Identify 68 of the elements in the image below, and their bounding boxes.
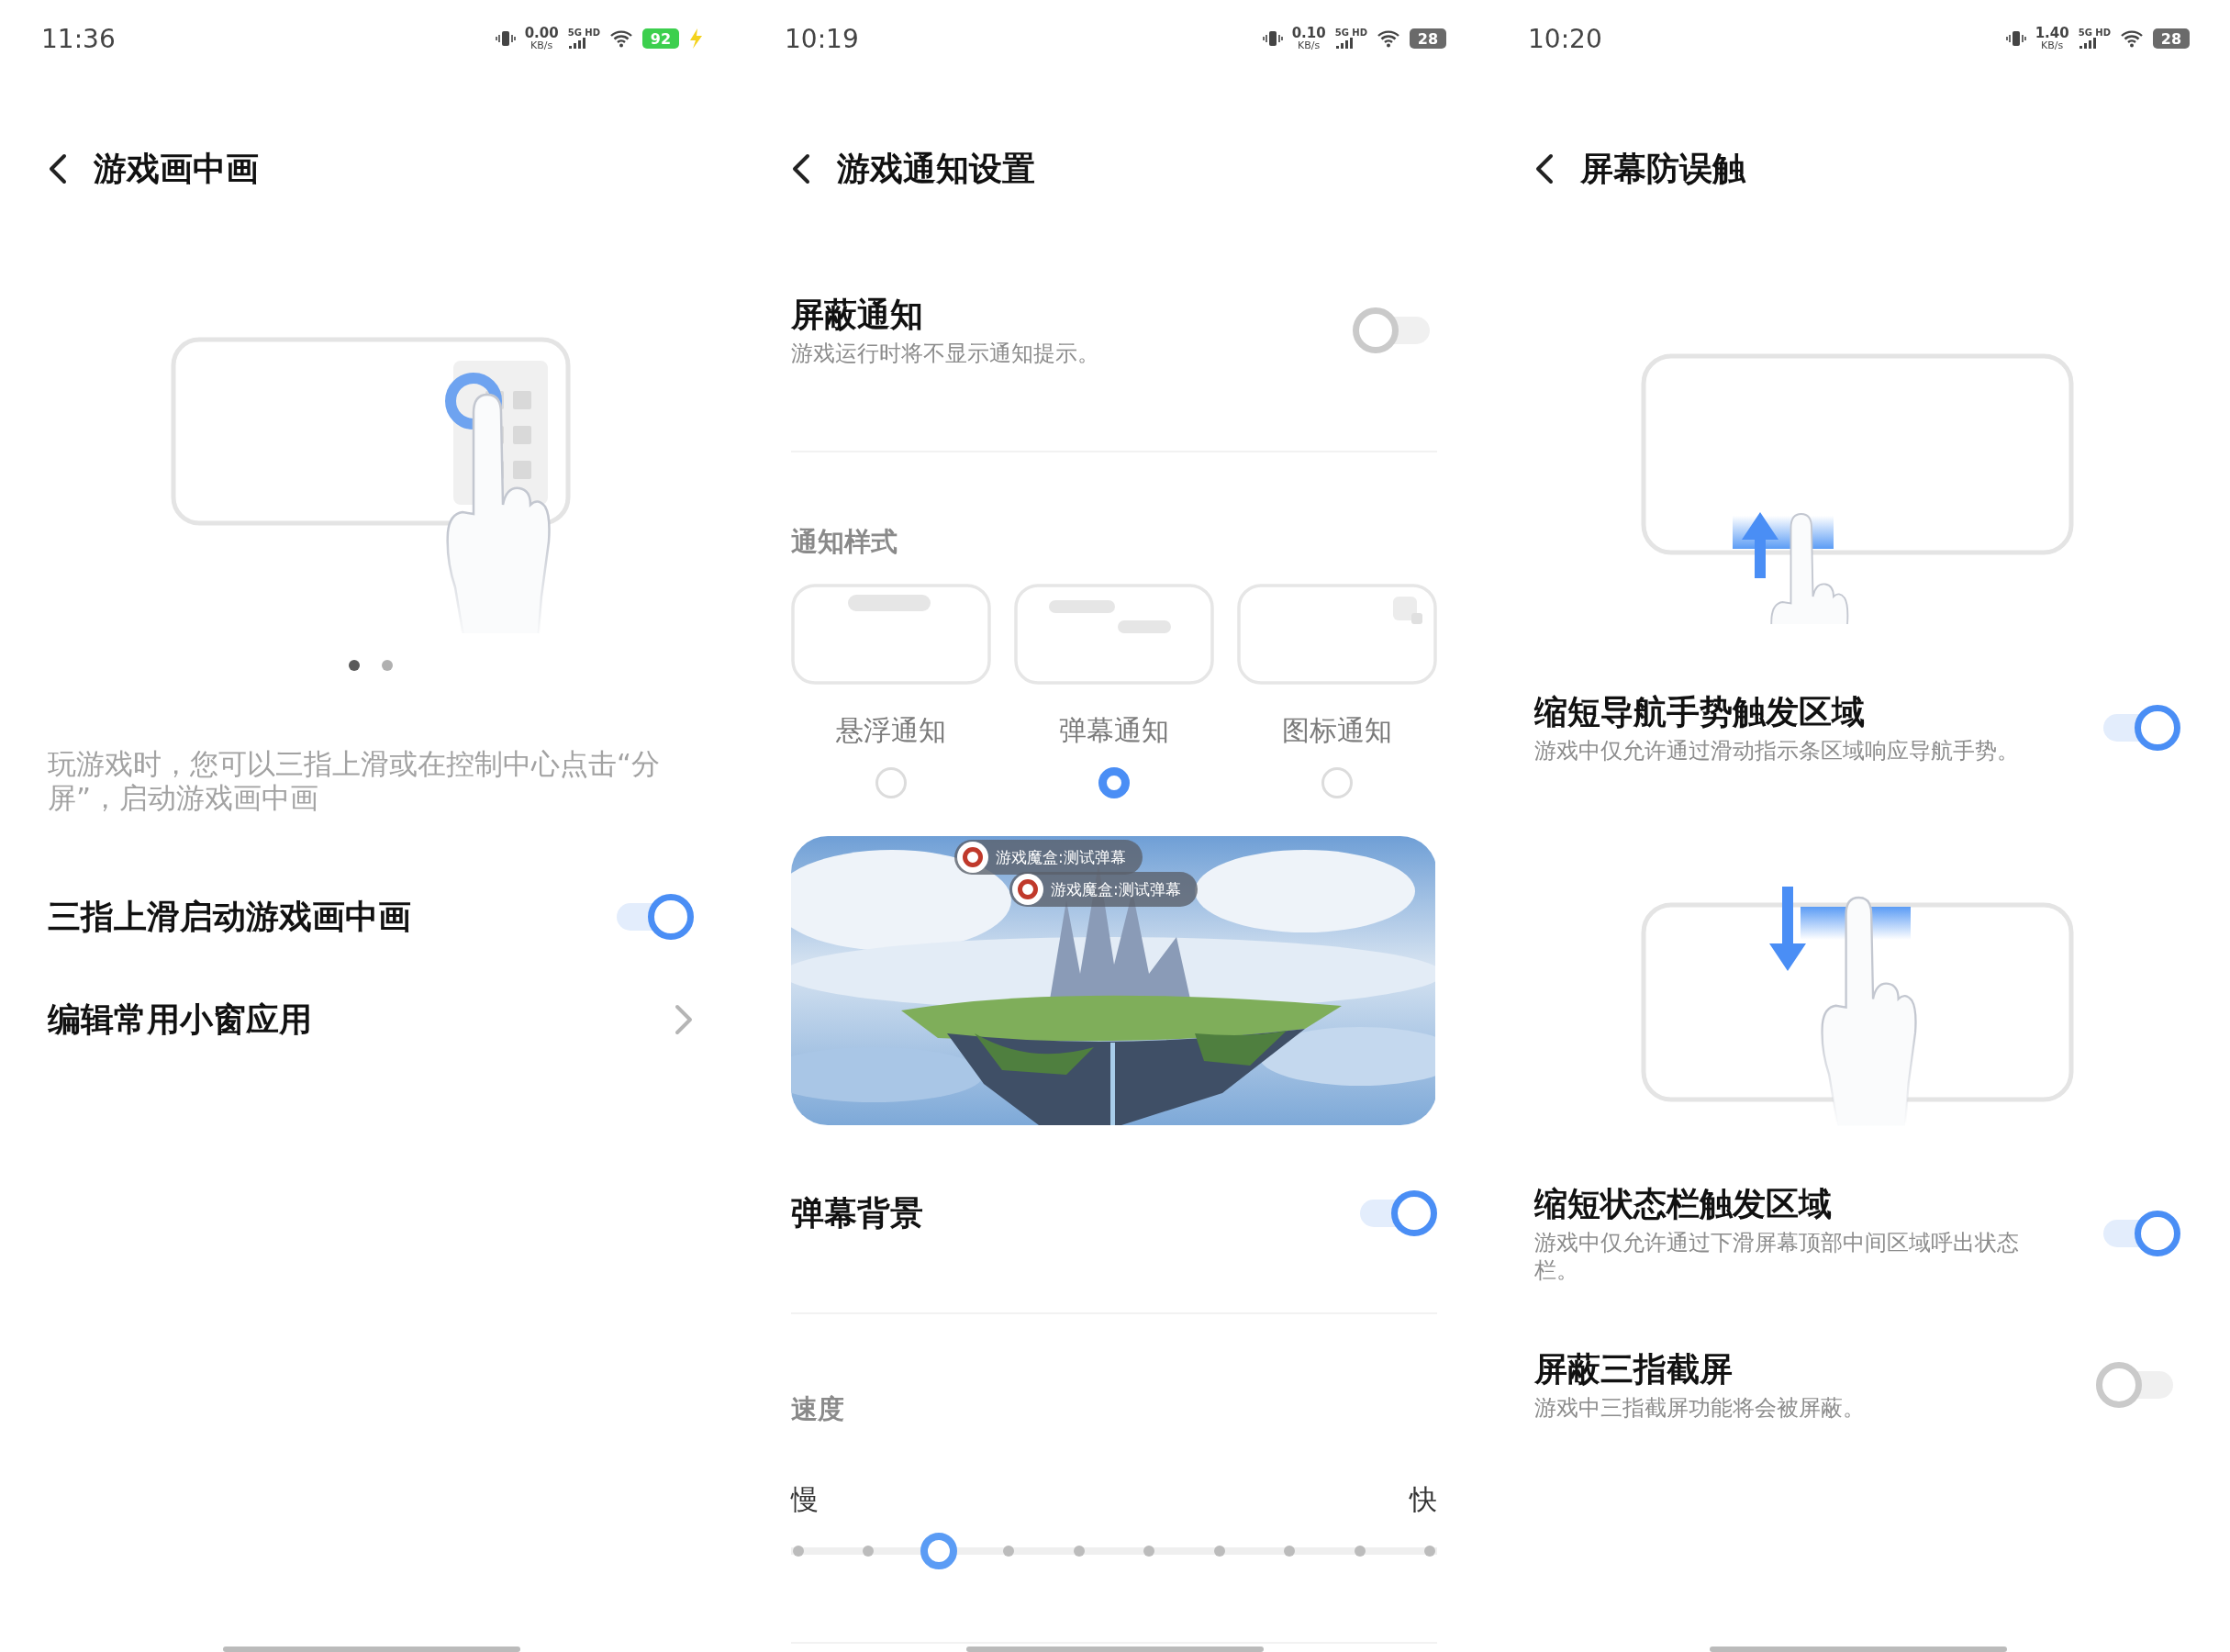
record-icon	[1012, 874, 1043, 905]
slider-thumb[interactable]	[920, 1533, 957, 1569]
slider-tick	[1143, 1546, 1155, 1557]
setting-title[interactable]: 编辑常用小窗应用	[48, 999, 312, 1041]
wifi-icon	[1377, 29, 1400, 48]
setting-title: 弹幕背景	[791, 1193, 923, 1233]
setting-description: 游戏中仅允许通过滑动指示条区域响应导航手势。	[1534, 737, 2019, 765]
page-dot[interactable]	[349, 660, 360, 671]
network-speed: 0.00	[524, 27, 559, 40]
setting-title: 三指上滑启动游戏画中画	[48, 897, 411, 937]
signal-icon	[567, 38, 588, 49]
charging-icon	[688, 28, 703, 50]
wifi-icon	[2120, 29, 2144, 48]
slider-tick	[793, 1546, 804, 1557]
network-type: 5G HD	[1334, 28, 1367, 38]
option-label: 悬浮通知	[836, 714, 946, 747]
record-icon	[957, 842, 988, 873]
radio-button[interactable]	[1098, 767, 1130, 798]
section-header: 通知样式	[791, 526, 898, 557]
option-label: 图标通知	[1282, 714, 1392, 747]
network-type: 5G HD	[2078, 28, 2111, 38]
setting-description: 游戏中仅允许通过下滑屏幕顶部中间区域呼出状态栏。	[1534, 1229, 2020, 1284]
speed-unit: KB/s	[2041, 40, 2064, 50]
speed-unit: KB/s	[530, 40, 553, 50]
slider-tick	[1424, 1546, 1435, 1557]
wifi-icon	[609, 29, 633, 48]
slider-max-label: 快	[1410, 1482, 1437, 1517]
setting-title: 屏蔽通知	[791, 295, 924, 335]
vibrate-icon	[495, 28, 516, 49]
slider-tick	[1073, 1546, 1085, 1557]
slider-tick	[1354, 1546, 1366, 1557]
slider-tick	[863, 1546, 875, 1557]
speed-unit: KB/s	[1298, 40, 1321, 50]
setting-title: 屏蔽三指截屏	[1534, 1349, 1734, 1390]
network-speed: 1.40	[2035, 27, 2069, 40]
danmaku-text: 游戏魔盒:测试弹幕	[996, 846, 1126, 868]
status-time: 10:20	[1528, 23, 1602, 54]
network-speed: 0.10	[1291, 27, 1326, 40]
chevron-right-icon[interactable]	[674, 1004, 694, 1035]
page-title: 屏幕防误触	[1580, 148, 1745, 189]
signal-icon	[1334, 38, 1355, 49]
section-header: 速度	[791, 1393, 845, 1424]
page-dot[interactable]	[382, 660, 393, 671]
setting-description: 游戏运行时将不显示通知提示。	[791, 340, 1099, 367]
network-type: 5G HD	[567, 28, 600, 38]
battery-indicator: 28	[1410, 28, 1446, 49]
vibrate-icon	[1262, 28, 1283, 49]
battery-indicator: 92	[642, 28, 679, 49]
slider-tick	[1284, 1546, 1296, 1557]
setting-title: 缩短状态栏触发区域	[1534, 1184, 1833, 1224]
page-title: 游戏通知设置	[837, 148, 1035, 189]
back-icon[interactable]	[791, 153, 811, 184]
slider-tick	[1213, 1546, 1225, 1557]
setting-description: 游戏中三指截屏功能将会被屏蔽。	[1534, 1394, 1865, 1422]
slider-min-label: 慢	[791, 1482, 819, 1517]
danmaku-text: 游戏魔盒:测试弹幕	[1051, 878, 1181, 900]
signal-icon	[2078, 38, 2099, 49]
slider-tick	[1003, 1546, 1015, 1557]
vibrate-icon	[2005, 28, 2026, 49]
back-icon[interactable]	[48, 153, 68, 184]
back-icon[interactable]	[1534, 153, 1555, 184]
option-label: 弹幕通知	[1059, 714, 1169, 747]
battery-indicator: 28	[2153, 28, 2190, 49]
status-time: 11:36	[41, 23, 116, 54]
description-text: 玩游戏时，您可以三指上滑或在控制中心点击“分屏”，启动游戏画中画	[48, 747, 662, 815]
page-title: 游戏画中画	[94, 148, 259, 189]
status-time: 10:19	[785, 23, 859, 54]
setting-title: 缩短导航手势触发区域	[1534, 692, 1866, 732]
